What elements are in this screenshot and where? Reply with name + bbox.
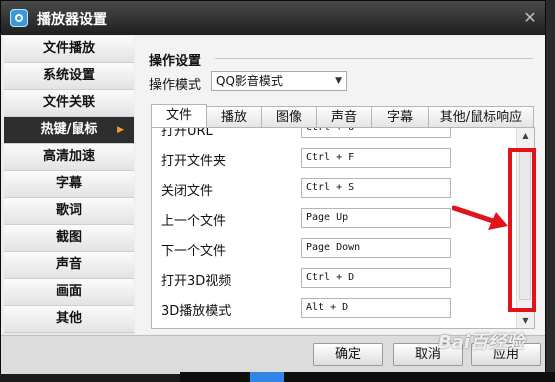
hotkey-input[interactable]: Alt + D [301,298,451,318]
player-control-bar [180,372,555,382]
sidebar-item-label: 其他 [55,311,82,326]
hotkey-input[interactable]: Ctrl + U [301,128,451,138]
hotkey-label: 打开URL [161,127,213,139]
scroll-down-icon[interactable]: ▼ [517,313,534,328]
sidebar-item-file-play[interactable]: 文件播放 [4,36,134,63]
close-icon[interactable]: ✕ [521,9,539,27]
sidebar-item-lyrics[interactable]: 歌词 [4,198,134,225]
hotkey-input[interactable]: Page Down [301,238,451,258]
hotkey-label: 上一个文件 [161,214,227,229]
scroll-up-icon[interactable]: ▲ [517,128,534,143]
section-title: 操作设置 [149,54,202,69]
chevron-down-icon: ▼ [335,76,342,86]
sidebar-item-label: 字幕 [55,176,82,191]
hotkey-input[interactable]: Ctrl + D [301,268,451,288]
chevron-right-icon: ▶ [117,125,124,135]
sidebar-item-label: 画面 [55,284,82,299]
sidebar-item-other[interactable]: 其他 [4,306,134,333]
sidebar-item-hotkeys[interactable]: 热键/鼠标 ▶ [4,117,134,144]
sidebar-item-subtitles[interactable]: 字幕 [4,171,134,198]
app-logo-icon [10,9,28,27]
hotkey-input[interactable]: Ctrl + S [301,178,451,198]
hotkey-label: 打开3D视频 [161,274,232,289]
window-title: 播放器设置 [37,12,107,28]
sidebar-item-label: 高清加速 [42,149,95,164]
sidebar-item-label: 系统设置 [42,68,95,83]
sidebar-item-system[interactable]: 系统设置 [4,63,134,90]
ok-button[interactable]: 确定 [313,343,383,366]
sidebar-item-hd-accel[interactable]: 高清加速 [4,144,134,171]
background-strip [546,0,555,372]
hotkey-label: 3D播放模式 [161,304,232,319]
sidebar-item-picture[interactable]: 画面 [4,279,134,306]
sidebar-item-sound[interactable]: 声音 [4,252,134,279]
annotation-arrow-icon [452,205,508,230]
settings-sidebar: 文件播放 系统设置 文件关联 热键/鼠标 ▶ 高清加速 字幕 歌词 截图 声音 画… [4,36,134,334]
tab-image[interactable]: 图像 [261,106,317,128]
tab-subtitle[interactable]: 字幕 [371,106,429,128]
play-icon[interactable] [250,372,284,382]
sidebar-item-file-assoc[interactable]: 文件关联 [4,90,134,117]
hotkey-input[interactable]: Ctrl + F [301,148,451,168]
sidebar-item-label: 热键/鼠标 [40,122,98,137]
sidebar-item-label: 声音 [55,257,82,272]
tab-bar: 文件 播放 图像 声音 字幕 其他/鼠标响应 [151,104,547,129]
section-divider [215,58,533,59]
sidebar-item-screenshot[interactable]: 截图 [4,225,134,252]
title-bar: 播放器设置 ✕ [1,1,545,35]
hotkey-label: 打开文件夹 [161,154,227,169]
tab-playback[interactable]: 播放 [206,106,262,128]
sidebar-item-label: 文件播放 [42,41,95,56]
mode-select[interactable]: QQ影音模式 ▼ [211,71,347,91]
sidebar-item-label: 截图 [55,230,82,245]
settings-window: 播放器设置 ✕ 文件播放 系统设置 文件关联 热键/鼠标 ▶ 高清加速 字幕 歌词… [0,0,546,374]
sidebar-item-label: 文件关联 [42,95,95,110]
mode-select-value: QQ影音模式 [216,74,283,88]
tab-other-mouse[interactable]: 其他/鼠标响应 [428,106,534,128]
hotkey-label: 下一个文件 [161,244,227,259]
hotkey-label: 关闭文件 [161,184,214,199]
tab-sound[interactable]: 声音 [316,106,372,128]
tab-file[interactable]: 文件 [151,104,207,129]
watermark: Bai百经验 [438,332,525,353]
mode-label: 操作模式 [149,78,202,93]
hotkey-input[interactable]: Page Up [301,208,451,228]
sidebar-item-label: 歌词 [55,203,82,218]
highlight-box [508,148,536,312]
settings-content: 操作设置 操作模式 QQ影音模式 ▼ 文件 播放 图像 声音 字幕 其他/鼠标响… [135,36,545,334]
